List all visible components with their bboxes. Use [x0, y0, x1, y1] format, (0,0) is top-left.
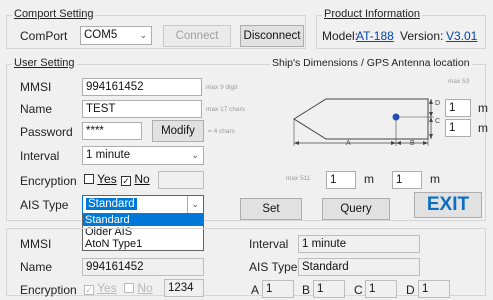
- dim-letter-c: C: [435, 118, 441, 125]
- checkbox-checked-icon: ✓: [84, 285, 94, 295]
- query-button[interactable]: Query: [322, 198, 390, 220]
- name-input[interactable]: TEST: [82, 100, 202, 118]
- encryption-no-label: No: [134, 172, 150, 186]
- status-interval-label: Interval: [249, 237, 289, 251]
- ship-diagram: [293, 98, 434, 146]
- status-name-label: Name: [20, 260, 53, 274]
- status-mmsi-label: MMSI: [20, 237, 52, 251]
- dim-c-unit: m: [478, 121, 488, 135]
- encryption-yes-label: Yes: [97, 172, 117, 186]
- status-no-checkbox: No: [124, 281, 153, 295]
- status-yes-checkbox: ✓ Yes: [84, 281, 117, 295]
- status-code-value: 1234: [164, 279, 204, 297]
- mmsi-label: MMSI: [20, 80, 52, 94]
- name-label: Name: [20, 102, 53, 116]
- dim-c-input[interactable]: 1: [445, 119, 471, 137]
- model-label: Model:: [322, 29, 359, 43]
- dimensions-title: Ship's Dimensions / GPS Antenna location: [270, 57, 472, 69]
- interval-value: 1 minute: [86, 149, 131, 161]
- dim-letter-a: A: [346, 140, 351, 147]
- user-setting-legend: User Setting: [12, 57, 77, 69]
- dim-b-input[interactable]: 1: [392, 171, 422, 189]
- status-ais-type-label: AIS Type: [249, 260, 298, 274]
- dim-a-input[interactable]: 1: [326, 171, 356, 189]
- comport-legend: Comport Setting: [12, 8, 96, 20]
- comport-value: COM5: [84, 29, 118, 41]
- status-a-value: 1: [262, 280, 294, 298]
- password-hint: = 4 chars: [208, 128, 235, 135]
- dim-a-unit: m: [364, 172, 374, 186]
- checkbox-checked-icon: ✓: [121, 176, 131, 186]
- ais-option-standard[interactable]: Standard: [83, 214, 203, 226]
- max511-hint: max 511: [286, 175, 311, 182]
- exit-button[interactable]: EXIT: [414, 192, 482, 218]
- name-hint: max 17 chars: [206, 106, 246, 113]
- checkbox-icon: [124, 283, 134, 293]
- status-c-value: 1: [365, 280, 397, 298]
- status-no-label: No: [137, 281, 153, 295]
- interval-select[interactable]: 1 minute ⌄: [82, 146, 204, 165]
- encryption-yes-checkbox[interactable]: Yes: [84, 172, 117, 186]
- model-link[interactable]: AT-188: [356, 29, 394, 43]
- product-legend: Product Information: [322, 8, 422, 20]
- status-interval-value: 1 minute: [298, 235, 420, 253]
- ais-type-value: Standard: [86, 198, 137, 210]
- dim-d-input[interactable]: 1: [445, 99, 471, 117]
- chevron-down-icon: ⌄: [187, 196, 199, 213]
- status-d-label: D: [406, 283, 415, 297]
- status-c-label: C: [354, 283, 363, 297]
- chevron-down-icon: ⌄: [191, 150, 199, 160]
- status-a-label: A: [251, 283, 260, 297]
- dim-letter-d: D: [435, 100, 441, 107]
- dim-letter-b: B: [410, 140, 415, 147]
- version-label: Version:: [400, 29, 444, 43]
- max53-hint: max 53: [448, 78, 470, 85]
- checkbox-icon: [84, 174, 94, 184]
- status-ais-type-value: Standard: [298, 258, 420, 276]
- password-input[interactable]: ****: [82, 122, 142, 140]
- dim-b-unit: m: [430, 172, 440, 186]
- modify-button[interactable]: Modify: [152, 120, 204, 142]
- version-link[interactable]: V3.01: [446, 29, 477, 43]
- comport-label: ComPort: [20, 29, 68, 43]
- mmsi-hint: max 9 digit: [206, 84, 238, 91]
- encryption-label: Encryption: [20, 174, 77, 188]
- password-label: Password: [20, 125, 73, 139]
- mmsi-input[interactable]: 994161452: [82, 78, 202, 96]
- comport-select[interactable]: COM5 ⌄: [80, 26, 152, 45]
- status-d-value: 1: [418, 280, 450, 298]
- status-b-label: B: [302, 283, 311, 297]
- connect-button[interactable]: Connect: [163, 25, 231, 47]
- encryption-key-input: [158, 171, 204, 189]
- status-b-value: 1: [313, 280, 345, 298]
- dim-d-unit: m: [478, 101, 488, 115]
- status-yes-label: Yes: [97, 281, 117, 295]
- set-button[interactable]: Set: [240, 198, 302, 220]
- ais-type-label: AIS Type: [20, 198, 69, 212]
- interval-label: Interval: [20, 149, 60, 163]
- encryption-no-checkbox[interactable]: ✓ No: [121, 172, 150, 186]
- status-name-value: 994161452: [82, 258, 204, 276]
- ais-type-select[interactable]: Standard ⌄: [82, 195, 204, 214]
- chevron-down-icon: ⌄: [139, 30, 147, 40]
- status-encryption-label: Encryption: [20, 283, 77, 297]
- disconnect-button[interactable]: Disconnect: [240, 25, 304, 47]
